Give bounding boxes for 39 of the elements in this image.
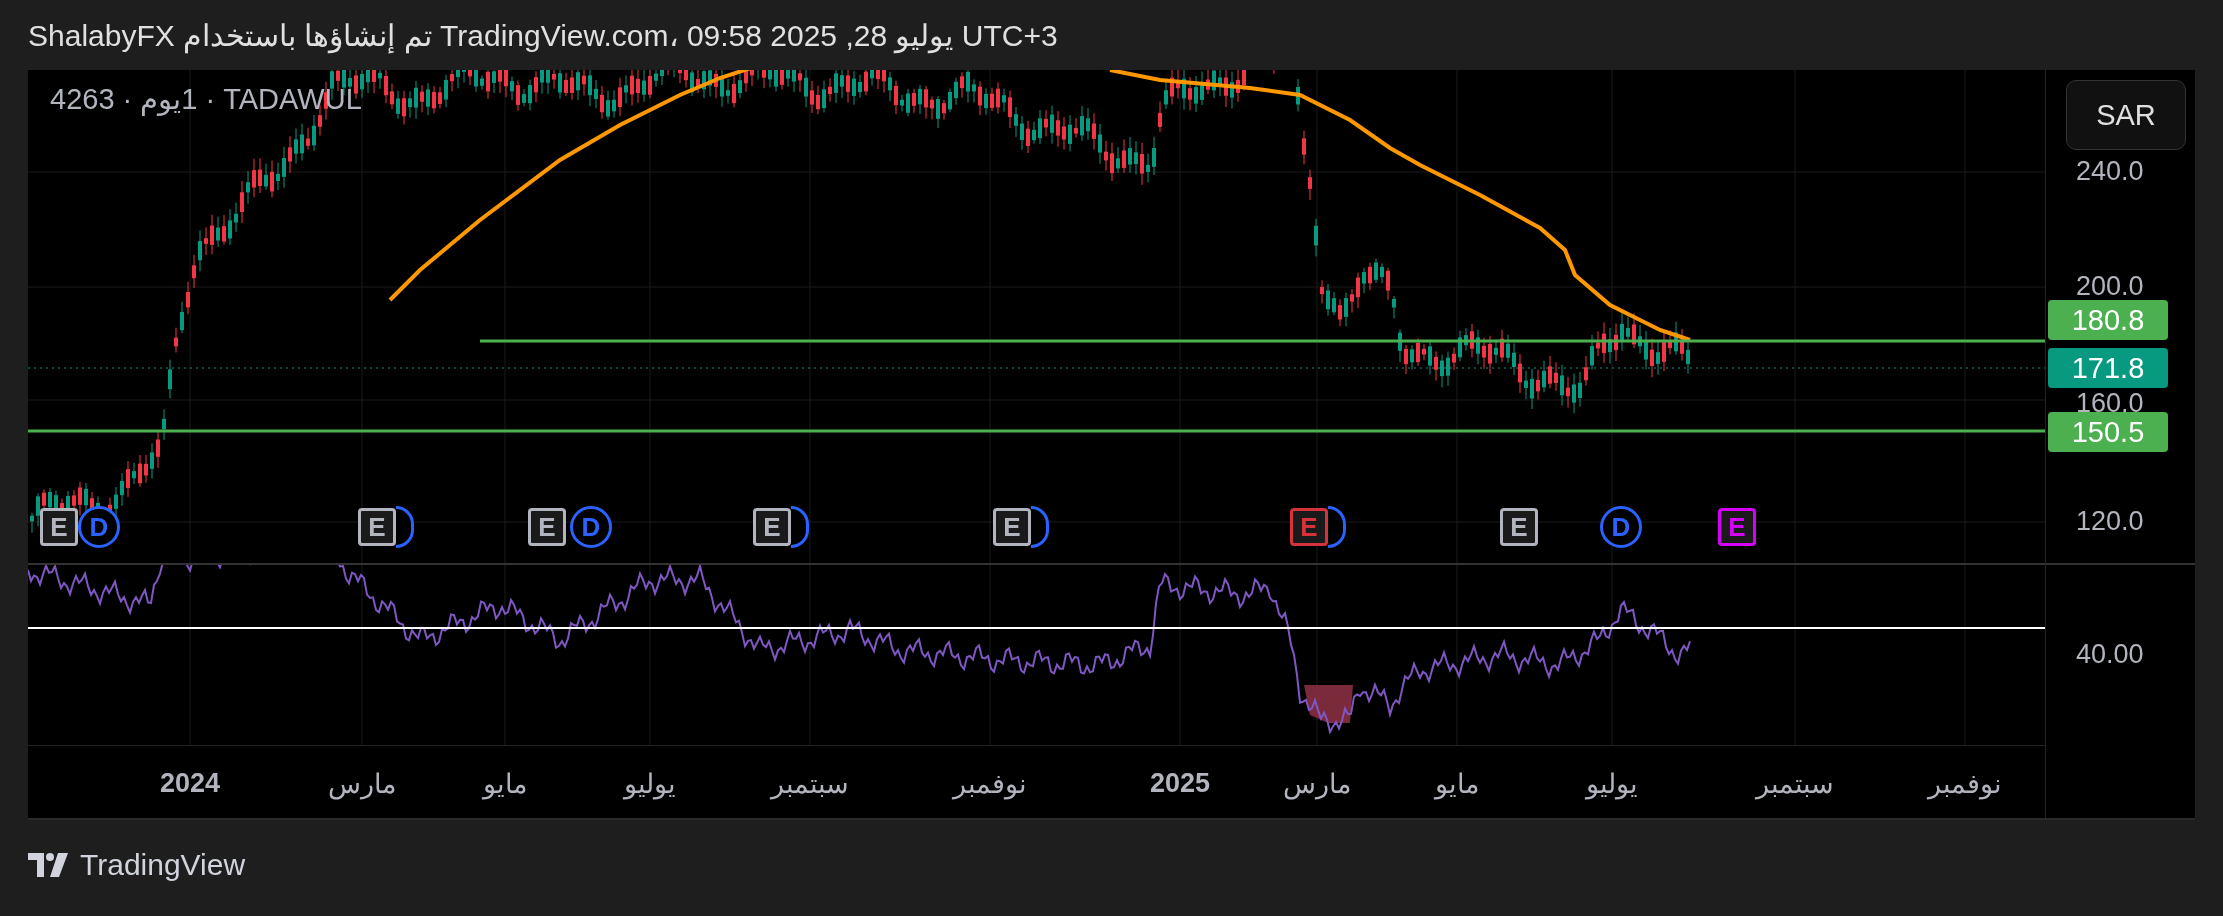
- time-label: سبتمبر: [771, 768, 849, 800]
- dividend-marker[interactable]: D: [570, 506, 612, 548]
- time-label: مارس: [328, 768, 396, 800]
- time-label: يوليو: [624, 768, 676, 800]
- earnings-marker[interactable]: E: [528, 508, 566, 546]
- chart-caption: ShalabyFX تم إنشاؤها باستخدام TradingView.com، يوليو 28, 2025 09:58 UTC+3: [28, 17, 1058, 53]
- price-tick: 120.0: [2076, 506, 2144, 536]
- earnings-marker[interactable]: E: [40, 508, 78, 546]
- earnings-marker[interactable]: E: [993, 508, 1031, 546]
- time-label: مارس: [1283, 768, 1351, 800]
- time-label: سبتمبر: [1756, 768, 1834, 800]
- earnings-marker[interactable]: E: [358, 508, 396, 546]
- earnings-marker[interactable]: E: [1718, 508, 1756, 546]
- dividend-marker[interactable]: [791, 506, 809, 548]
- time-label: يوليو: [1586, 768, 1638, 800]
- dividend-marker[interactable]: [396, 506, 414, 548]
- time-label: 2024: [159, 768, 221, 799]
- price-tick: 240.0: [2076, 156, 2144, 186]
- time-label: نوفمبر: [953, 768, 1027, 800]
- price-tag: 150.5: [2048, 412, 2168, 452]
- earnings-marker[interactable]: E: [753, 508, 791, 546]
- time-label: مايو: [1435, 768, 1479, 800]
- earnings-marker[interactable]: E: [1500, 508, 1538, 546]
- currency-button[interactable]: SAR: [2066, 80, 2186, 150]
- oversold-area: [1304, 685, 1353, 723]
- price-tick: 200.0: [2076, 271, 2144, 301]
- earnings-marker[interactable]: E: [1290, 508, 1328, 546]
- price-tag: 171.8: [2048, 348, 2168, 388]
- dividend-marker[interactable]: [1031, 506, 1049, 548]
- dividend-marker[interactable]: D: [1600, 506, 1642, 548]
- price-tag: 180.8: [2048, 300, 2168, 340]
- rsi-tick: 40.00: [2076, 639, 2144, 669]
- dividend-marker[interactable]: D: [78, 506, 120, 548]
- time-label: نوفمبر: [1928, 768, 2002, 800]
- time-label: مايو: [483, 768, 527, 800]
- brand-name: TradingView: [80, 848, 246, 882]
- tradingview-logo-icon: [28, 853, 70, 877]
- time-label: 2025: [1149, 768, 1211, 799]
- dividend-marker[interactable]: [1328, 506, 1346, 548]
